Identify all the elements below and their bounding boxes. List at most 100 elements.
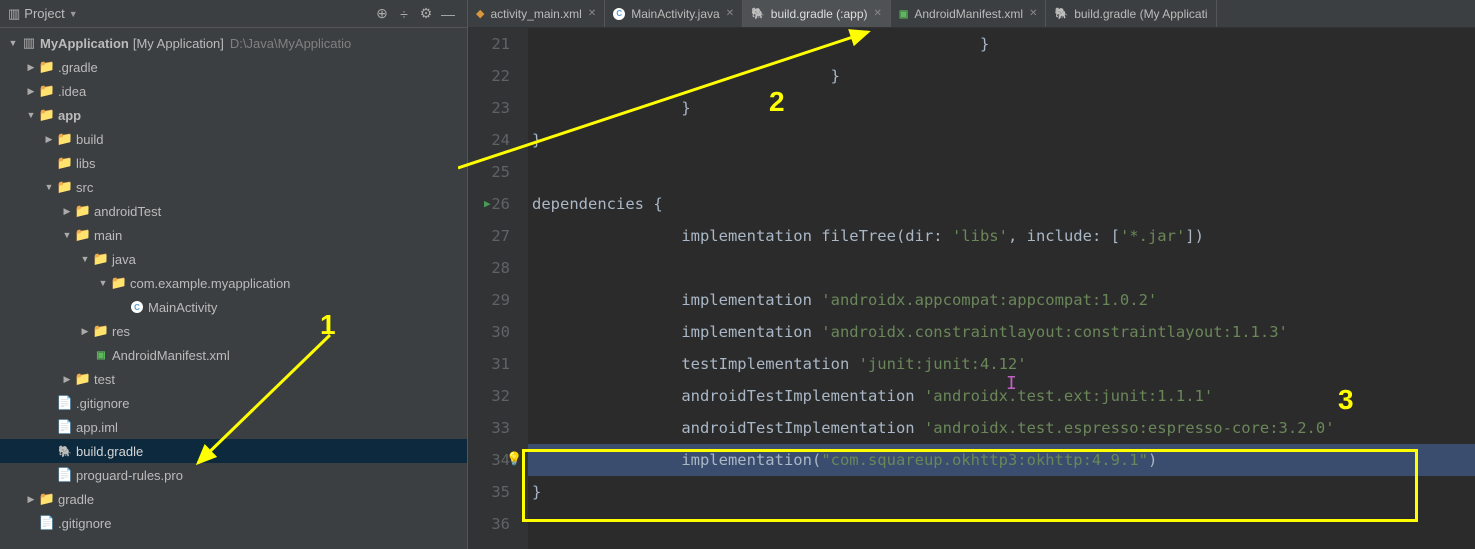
expand-arrow[interactable]: ▼	[60, 230, 74, 240]
tree-item[interactable]: ▼📁com.example.myapplication	[0, 271, 467, 295]
code-line[interactable]: }	[528, 476, 1475, 508]
close-icon[interactable]: ✕	[1029, 8, 1037, 19]
root-bracket: [My Application]	[133, 36, 224, 51]
tree-item-label: res	[112, 324, 130, 339]
code-line[interactable]: androidTestImplementation 'androidx.test…	[528, 412, 1475, 444]
line-number: 30	[468, 316, 510, 348]
tree-item[interactable]: ▶📁gradle	[0, 487, 467, 511]
tree-item-icon: 📁	[38, 83, 56, 99]
settings-button[interactable]: ⚙	[415, 3, 437, 25]
editor-tab[interactable]: 🐘build.gradle (:app)✕	[743, 0, 891, 27]
code-line[interactable]: implementation 'androidx.appcompat:appco…	[528, 284, 1475, 316]
tree-item[interactable]: ▼📁app	[0, 103, 467, 127]
code-line[interactable]: testImplementation 'junit:junit:4.12'	[528, 348, 1475, 380]
expand-arrow[interactable]: ▶	[24, 62, 38, 73]
code-line[interactable]	[528, 508, 1475, 540]
bulb-icon[interactable]: 💡	[506, 444, 522, 476]
chevron-down-icon: ▼	[69, 9, 78, 19]
tab-file-icon: C	[613, 7, 625, 20]
tree-item[interactable]: ▶📁build	[0, 127, 467, 151]
run-gutter-icon[interactable]: ▶	[484, 188, 491, 220]
root-path: D:\Java\MyApplicatio	[230, 36, 351, 51]
editor-tab[interactable]: ▣AndroidManifest.xml✕	[891, 0, 1047, 27]
tree-item[interactable]: ▶📁.gradle	[0, 55, 467, 79]
tree-item[interactable]: ▼📁main	[0, 223, 467, 247]
code-line[interactable]: 💡 implementation("com.squareup.okhttp3:o…	[528, 444, 1475, 476]
code-line[interactable]: androidTestImplementation 'androidx.test…	[528, 380, 1475, 412]
project-dropdown[interactable]: ▥ Project ▼	[8, 6, 78, 22]
expand-arrow[interactable]: ▶	[60, 206, 74, 217]
tab-label: build.gradle (My Applicati	[1074, 7, 1207, 21]
expand-arrow[interactable]: ▶	[42, 134, 56, 145]
expand-arrow[interactable]: ▼	[96, 278, 110, 288]
tree-item-icon: 📁	[74, 371, 92, 387]
tree-item[interactable]: CMainActivity	[0, 295, 467, 319]
tree-item-icon: 📁	[74, 203, 92, 219]
tree-item-label: java	[112, 252, 136, 267]
editor-tab[interactable]: 🐘build.gradle (My Applicati	[1046, 0, 1216, 27]
tree-item-icon: 📁	[92, 251, 110, 267]
expand-arrow[interactable]: ▶	[60, 374, 74, 385]
tree-item[interactable]: ▣AndroidManifest.xml	[0, 343, 467, 367]
tree-item[interactable]: ▶📁res	[0, 319, 467, 343]
tree-item-label: test	[94, 372, 115, 387]
tree-item[interactable]: 📄proguard-rules.pro	[0, 463, 467, 487]
root-name: MyApplication	[40, 36, 129, 51]
editor-tab[interactable]: ◆activity_main.xml✕	[468, 0, 605, 27]
tree-item-icon: 📄	[56, 467, 74, 483]
tree-item-icon: 📁	[74, 227, 92, 243]
project-sidebar: ▥ Project ▼ ⊕ ÷ ⚙ — ▼ ▥ MyApplication [M…	[0, 0, 468, 549]
hide-button[interactable]: —	[437, 3, 459, 25]
tree-item[interactable]: ▶📁.idea	[0, 79, 467, 103]
code-line[interactable]: ▶dependencies {	[528, 188, 1475, 220]
tree-item-label: .gitignore	[76, 396, 129, 411]
expand-arrow[interactable]: ▼	[6, 38, 20, 48]
tree-item[interactable]: ▼📁src	[0, 175, 467, 199]
line-number: 23	[468, 92, 510, 124]
code-area[interactable]: } } }} ▶dependencies { implementation fil…	[528, 28, 1475, 549]
code-line[interactable]: }	[528, 28, 1475, 60]
folder-icon: ▥	[8, 6, 20, 22]
editor-area: ◆activity_main.xml✕CMainActivity.java✕🐘b…	[468, 0, 1475, 549]
code-line[interactable]	[528, 156, 1475, 188]
code-line[interactable]	[528, 252, 1475, 284]
tree-item-label: proguard-rules.pro	[76, 468, 183, 483]
collapse-button[interactable]: ÷	[393, 3, 415, 25]
close-icon[interactable]: ✕	[588, 8, 596, 19]
tree-item[interactable]: ▶📁test	[0, 367, 467, 391]
tree-item[interactable]: 📁libs	[0, 151, 467, 175]
tree-item[interactable]: 📄app.iml	[0, 415, 467, 439]
expand-arrow[interactable]: ▶	[24, 494, 38, 505]
code-line[interactable]: implementation fileTree(dir: 'libs', inc…	[528, 220, 1475, 252]
tree-item-icon: 📁	[92, 323, 110, 339]
expand-arrow[interactable]: ▼	[42, 182, 56, 192]
tree-root[interactable]: ▼ ▥ MyApplication [My Application] D:\Ja…	[0, 31, 467, 55]
tree-item[interactable]: 📄.gitignore	[0, 391, 467, 415]
tree-item-label: .idea	[58, 84, 86, 99]
code-line[interactable]: }	[528, 124, 1475, 156]
locate-button[interactable]: ⊕	[371, 3, 393, 25]
line-number: 28	[468, 252, 510, 284]
code-line[interactable]: }	[528, 92, 1475, 124]
editor-tabs: ◆activity_main.xml✕CMainActivity.java✕🐘b…	[468, 0, 1475, 28]
expand-arrow[interactable]: ▶	[24, 86, 38, 97]
code-line[interactable]: }	[528, 60, 1475, 92]
tree-item-label: com.example.myapplication	[130, 276, 290, 291]
expand-arrow[interactable]: ▶	[78, 326, 92, 337]
project-tree[interactable]: ▼ ▥ MyApplication [My Application] D:\Ja…	[0, 28, 467, 549]
tab-file-icon: ◆	[476, 7, 484, 20]
close-icon[interactable]: ✕	[874, 8, 882, 19]
code-line[interactable]: implementation 'androidx.constraintlayou…	[528, 316, 1475, 348]
close-icon[interactable]: ✕	[726, 8, 734, 19]
tree-item[interactable]: ▶📁androidTest	[0, 199, 467, 223]
code-editor[interactable]: 21222324252627282930313233343536 } } }}▶…	[468, 28, 1475, 549]
expand-arrow[interactable]: ▼	[24, 110, 38, 120]
tree-item[interactable]: ▼📁java	[0, 247, 467, 271]
expand-arrow[interactable]: ▼	[78, 254, 92, 264]
tree-item-icon: 📁	[38, 491, 56, 507]
line-number: 22	[468, 60, 510, 92]
editor-tab[interactable]: CMainActivity.java✕	[605, 0, 743, 27]
tree-item[interactable]: 🐘build.gradle	[0, 439, 467, 463]
tree-item-icon: C	[128, 301, 146, 313]
tree-item[interactable]: 📄.gitignore	[0, 511, 467, 535]
